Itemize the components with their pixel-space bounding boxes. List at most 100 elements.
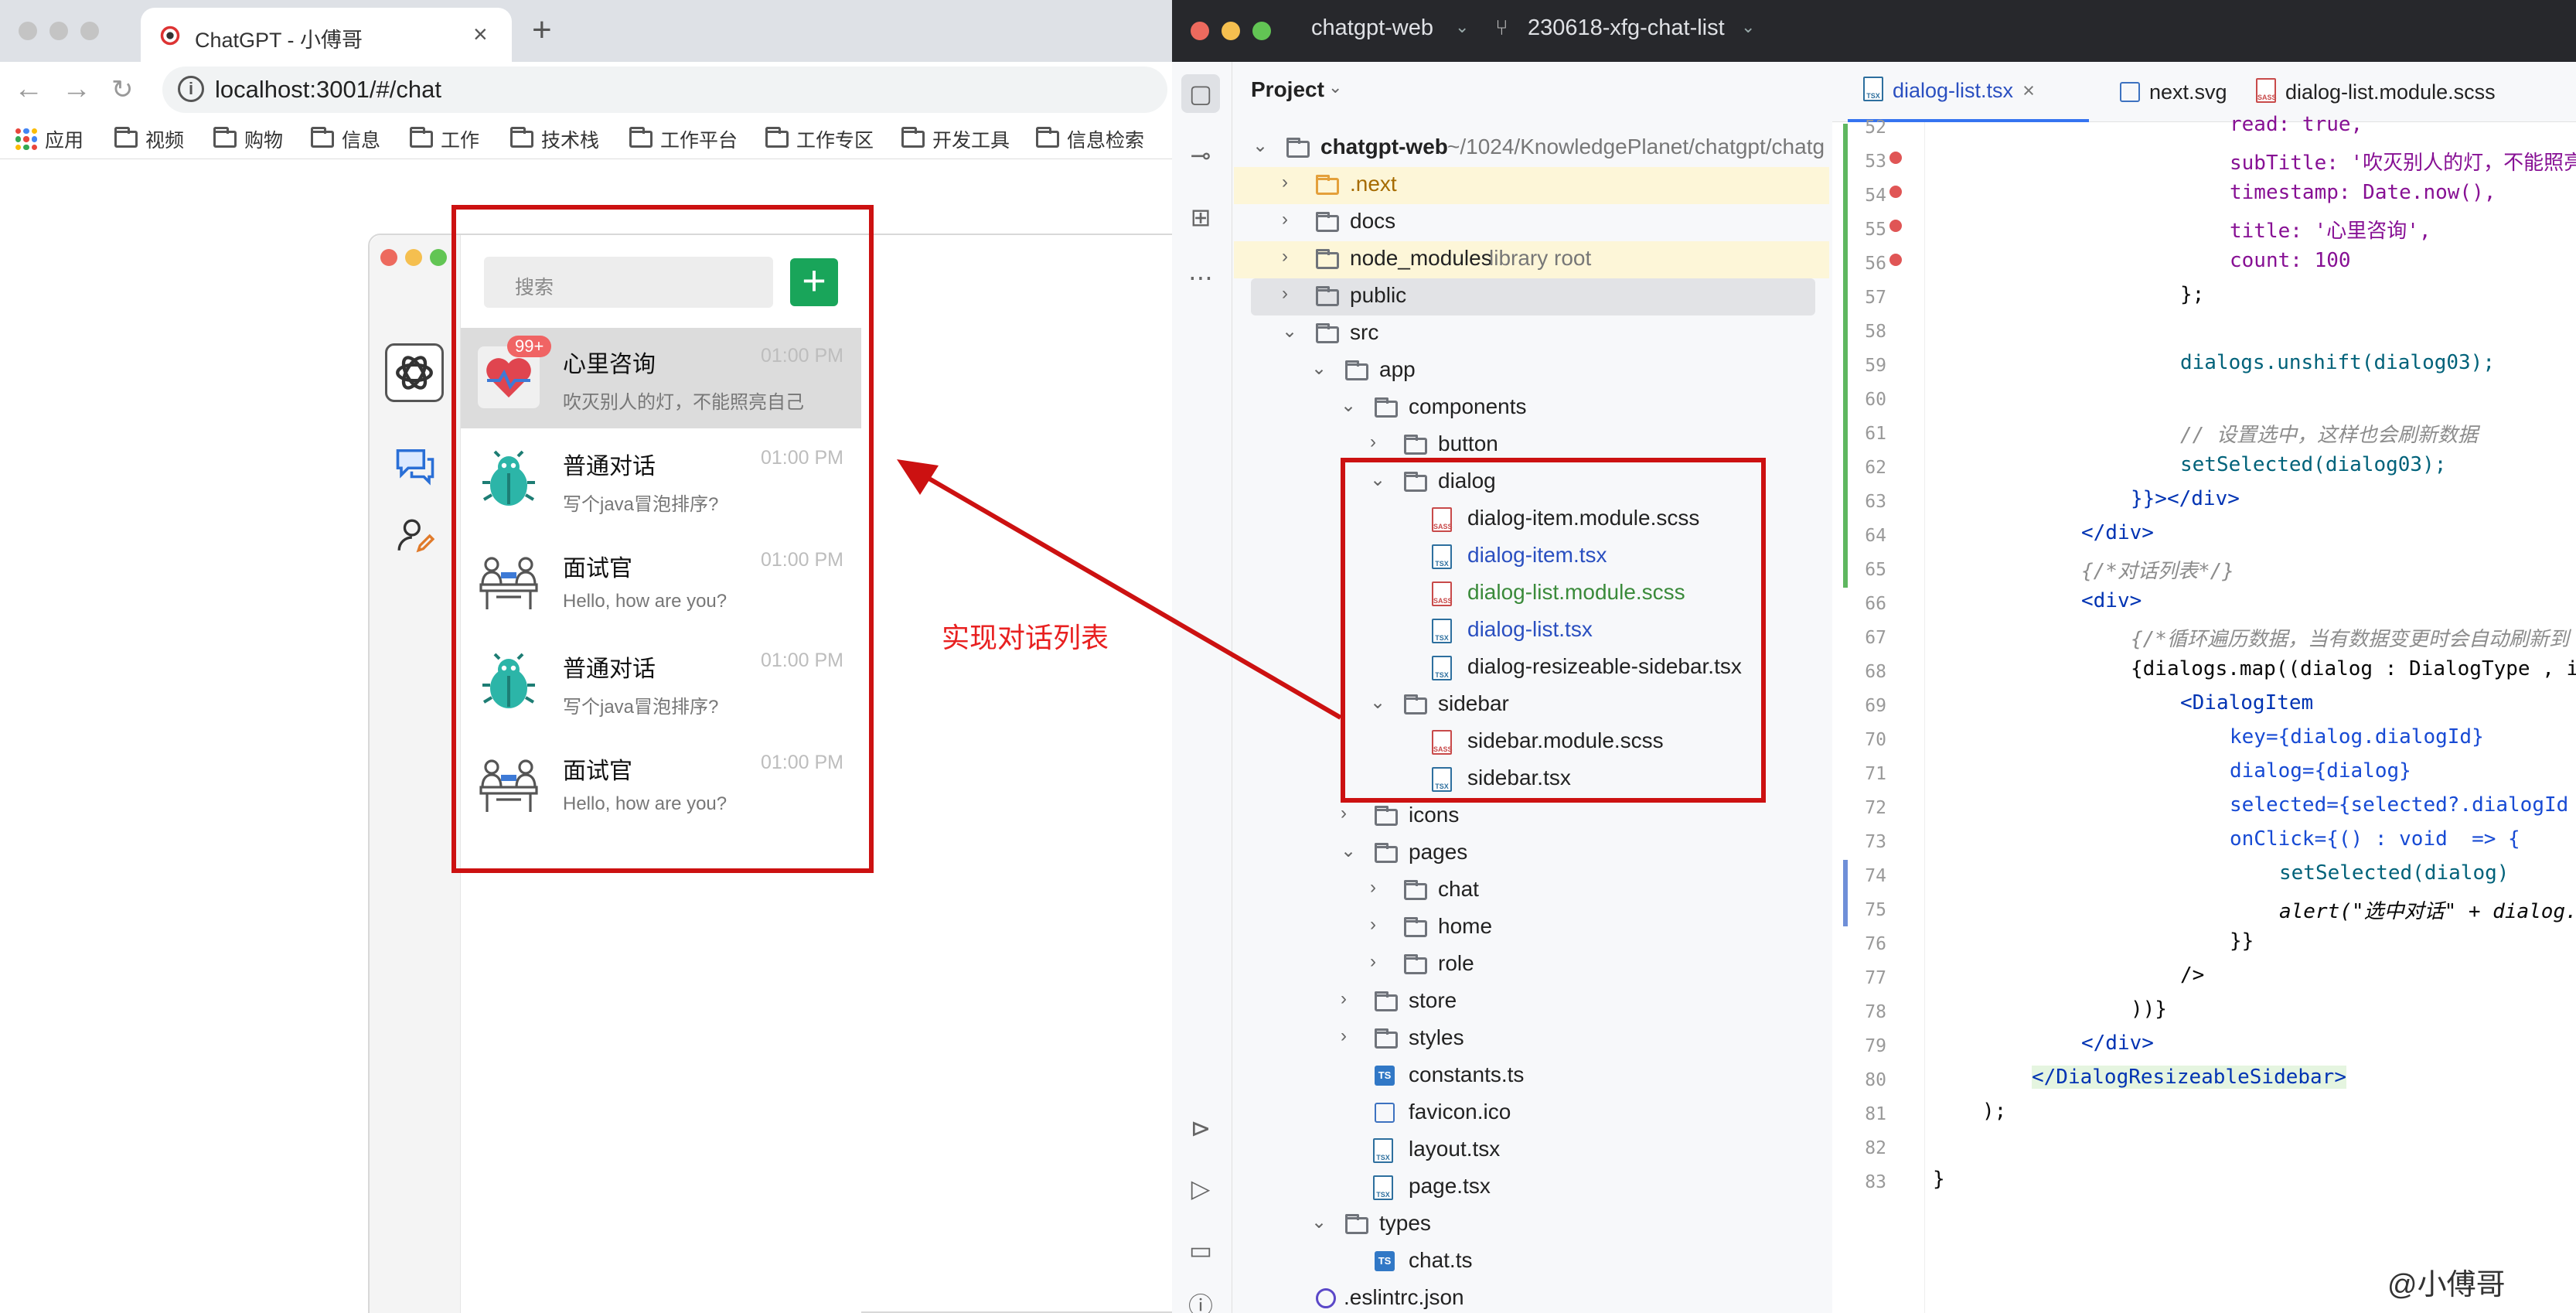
tree-row-next[interactable]: › .next bbox=[1234, 167, 1829, 204]
tree-row-components[interactable]: ⌄ components bbox=[1234, 390, 1829, 427]
bookmarks-bar: 应用 视频 购物 信息 工作 技术栈 工作平台 工作专区 开发工具 信息检索 bbox=[0, 121, 1172, 159]
bookmark-folder[interactable]: 工作 bbox=[410, 125, 479, 153]
tree-row-file[interactable]: TS chat.ts bbox=[1234, 1243, 1829, 1281]
ide-close-button[interactable] bbox=[1191, 22, 1209, 40]
chevron-right-icon: › bbox=[1282, 246, 1288, 267]
bookmark-folder[interactable]: 工作专区 bbox=[765, 125, 874, 153]
implements-marker-icon[interactable] bbox=[1889, 186, 1902, 198]
user-edit-icon[interactable] bbox=[396, 517, 434, 555]
tree-row-store[interactable]: › store bbox=[1234, 984, 1829, 1021]
bookmark-folder[interactable]: 技术栈 bbox=[510, 125, 599, 153]
window-minimize-button[interactable] bbox=[49, 22, 68, 40]
project-folder-icon[interactable]: ▢ bbox=[1181, 74, 1220, 113]
app-zoom-button[interactable] bbox=[430, 249, 447, 266]
chatgpt-favicon-icon bbox=[160, 26, 180, 46]
tree-row-chat[interactable]: › chat bbox=[1234, 872, 1829, 909]
folder-icon bbox=[1316, 212, 1339, 232]
browser-tab[interactable]: ChatGPT - 小傅哥 × bbox=[141, 8, 512, 62]
more-tools-icon[interactable]: ⋯ bbox=[1181, 258, 1220, 297]
tree-row-role[interactable]: › role bbox=[1234, 946, 1829, 984]
commit-icon[interactable]: ⊸ bbox=[1181, 136, 1220, 175]
project-switcher[interactable]: chatgpt-web bbox=[1311, 15, 1433, 41]
code-line: dialog={dialog} bbox=[2230, 759, 2411, 783]
tree-row-file[interactable]: .eslintrc.json bbox=[1234, 1281, 1829, 1313]
implements-marker-icon[interactable] bbox=[1889, 254, 1902, 266]
folder-icon bbox=[901, 127, 925, 148]
window-zoom-button[interactable] bbox=[80, 22, 99, 40]
implements-marker-icon[interactable] bbox=[1889, 152, 1902, 164]
bookmark-folder[interactable]: 工作平台 bbox=[629, 125, 738, 153]
implements-marker-icon[interactable] bbox=[1889, 220, 1902, 232]
tree-row-public[interactable]: › public bbox=[1251, 278, 1815, 315]
editor-tab-next-svg[interactable]: next.svg bbox=[2120, 62, 2227, 122]
new-tab-button[interactable]: + bbox=[532, 11, 552, 49]
address-bar[interactable]: i localhost:3001/#/chat bbox=[162, 67, 1167, 113]
project-panel-title[interactable]: Project bbox=[1251, 77, 1324, 102]
tree-row-app[interactable]: ⌄ app bbox=[1234, 353, 1829, 390]
reload-icon[interactable]: ↻ bbox=[111, 74, 134, 105]
tree-row-file[interactable]: TSX layout.tsx bbox=[1234, 1132, 1829, 1169]
bookmark-apps[interactable]: 应用 bbox=[15, 125, 83, 153]
editor-tab-dialog-list-tsx[interactable]: TSX dialog-list.tsx × bbox=[1848, 62, 2089, 122]
run-icon[interactable]: ▷ bbox=[1181, 1169, 1220, 1208]
line-number: 71 bbox=[1865, 764, 1886, 784]
code-line: </DialogResizeableSidebar> bbox=[2032, 1066, 2346, 1089]
tab-title: ChatGPT - 小傅哥 bbox=[195, 29, 363, 52]
run-services-icon[interactable]: ⊳ bbox=[1181, 1109, 1220, 1148]
forward-arrow-icon[interactable]: → bbox=[62, 73, 91, 106]
window-close-button[interactable] bbox=[19, 22, 37, 40]
tree-row-node-modules[interactable]: › node_modules library root bbox=[1234, 241, 1829, 278]
tree-row-types[interactable]: ⌄ types bbox=[1234, 1206, 1829, 1243]
folder-icon bbox=[1375, 991, 1398, 1011]
bookmark-folder[interactable]: 开发工具 bbox=[901, 125, 1010, 153]
tree-row-file[interactable]: TSX page.tsx bbox=[1234, 1169, 1829, 1206]
watermark-text: @小傅哥 bbox=[2387, 1269, 2506, 1301]
app-close-button[interactable] bbox=[380, 249, 397, 266]
code-line: {/*循环遍历数据，当有数据变更时会自动刷新到 bbox=[2131, 628, 2569, 651]
tree-label: .next bbox=[1350, 172, 1397, 196]
tree-row-src[interactable]: ⌄ src bbox=[1234, 315, 1829, 353]
ts-file-icon: TS bbox=[1375, 1066, 1395, 1086]
problems-icon[interactable]: ⓘ bbox=[1181, 1287, 1220, 1313]
tree-label: types bbox=[1379, 1211, 1431, 1235]
chevron-right-icon: › bbox=[1341, 803, 1347, 824]
tree-row-pages[interactable]: ⌄ pages bbox=[1234, 835, 1829, 872]
line-number: 61 bbox=[1865, 424, 1886, 444]
chevron-down-icon: ⌄ bbox=[1328, 77, 1343, 97]
app-minimize-button[interactable] bbox=[405, 249, 422, 266]
tree-row-home[interactable]: › home bbox=[1234, 909, 1829, 946]
tab-close-icon[interactable]: × bbox=[2022, 79, 2035, 103]
folder-icon bbox=[114, 127, 138, 148]
tree-row-file[interactable]: favicon.ico bbox=[1234, 1095, 1829, 1132]
bookmark-folder[interactable]: 视频 bbox=[114, 125, 184, 153]
folder-icon bbox=[311, 127, 334, 148]
chevron-down-icon: ⌄ bbox=[1741, 17, 1756, 36]
folder-icon bbox=[1404, 435, 1427, 455]
bookmark-folder[interactable]: 信息检索 bbox=[1036, 125, 1144, 153]
code-line: selected={selected?.dialogId bbox=[2230, 793, 2569, 817]
info-icon[interactable]: i bbox=[178, 76, 204, 102]
ide-zoom-button[interactable] bbox=[1252, 22, 1271, 40]
chatgpt-logo-icon[interactable] bbox=[385, 343, 444, 402]
tree-row-styles[interactable]: › styles bbox=[1234, 1021, 1829, 1058]
bookmark-folder[interactable]: 信息 bbox=[311, 125, 380, 153]
tab-close-icon[interactable]: × bbox=[473, 20, 488, 49]
structure-icon[interactable]: ⊞ bbox=[1181, 198, 1220, 237]
line-number: 76 bbox=[1865, 934, 1886, 954]
tree-label: chatgpt-web bbox=[1320, 135, 1448, 159]
chat-bubble-icon[interactable] bbox=[394, 445, 436, 487]
tree-label: favicon.ico bbox=[1409, 1100, 1511, 1124]
tree-path: ~/1024/KnowledgePlanet/chatgpt/chatg bbox=[1447, 135, 1825, 159]
tree-row-docs[interactable]: › docs bbox=[1234, 204, 1829, 241]
branch-switcher[interactable]: 230618-xfg-chat-list bbox=[1528, 15, 1725, 41]
back-arrow-icon[interactable]: ← bbox=[14, 73, 43, 106]
ide-minimize-button[interactable] bbox=[1222, 22, 1240, 40]
bookmark-folder[interactable]: 购物 bbox=[213, 125, 283, 153]
chevron-right-icon: › bbox=[1282, 283, 1288, 304]
tree-label: node_modules bbox=[1350, 246, 1492, 270]
tree-row-root[interactable]: ⌄ chatgpt-web ~/1024/KnowledgePlanet/chatg… bbox=[1234, 130, 1829, 167]
tree-row-icons[interactable]: › icons bbox=[1234, 798, 1829, 835]
terminal-icon[interactable]: ▭ bbox=[1181, 1231, 1220, 1270]
tree-row-file[interactable]: TS constants.ts bbox=[1234, 1058, 1829, 1095]
chevron-right-icon: › bbox=[1341, 988, 1347, 1009]
